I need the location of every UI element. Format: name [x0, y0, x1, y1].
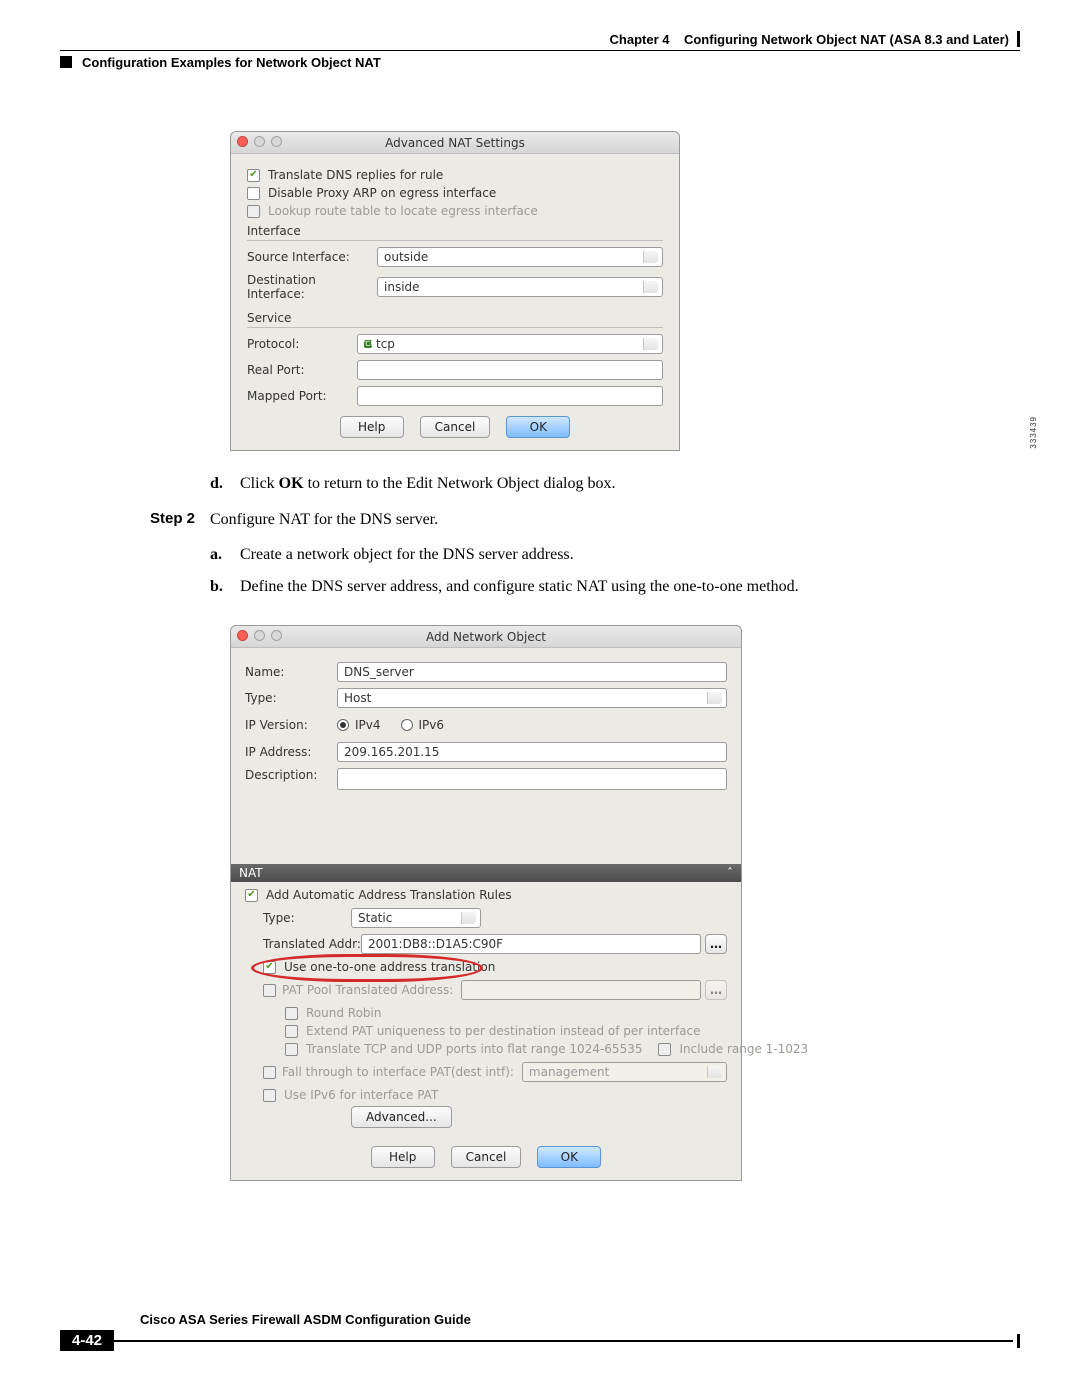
- section-title: Configuration Examples for Network Objec…: [82, 55, 381, 70]
- close-icon[interactable]: [237, 630, 248, 641]
- name-input[interactable]: DNS_server: [337, 662, 727, 682]
- zoom-icon: [271, 630, 282, 641]
- lookup-route-label: Lookup route table to locate egress inte…: [268, 204, 538, 218]
- dialog-titlebar: Add Network Object: [231, 626, 741, 648]
- section-marker-icon: [60, 56, 72, 68]
- protocol-label: Protocol:: [247, 337, 357, 351]
- chapter-title: Configuring Network Object NAT (ASA 8.3 …: [684, 32, 1009, 47]
- destination-interface-select[interactable]: inside: [377, 277, 663, 297]
- pat-pool-label: PAT Pool Translated Address:: [282, 983, 453, 997]
- ipv6-pat-label: Use IPv6 for interface PAT: [284, 1088, 438, 1102]
- list-marker-b: b.: [210, 576, 240, 598]
- include-range-checkbox: [658, 1043, 671, 1056]
- translate-dns-label: Translate DNS replies for rule: [268, 168, 443, 182]
- lookup-route-checkbox: [247, 205, 260, 218]
- type-label: Type:: [245, 691, 337, 705]
- help-button[interactable]: Help: [340, 416, 404, 438]
- nat-type-label: Type:: [263, 911, 351, 925]
- minimize-icon: [254, 136, 265, 147]
- tcp-icon: TCP: [364, 340, 372, 348]
- service-section-label: Service: [247, 311, 663, 328]
- fallthrough-select: management: [522, 1062, 727, 1082]
- disable-proxy-arp-label: Disable Proxy ARP on egress interface: [268, 186, 496, 200]
- description-input[interactable]: [337, 768, 727, 790]
- minimize-icon: [254, 630, 265, 641]
- advanced-nat-dialog: Advanced NAT Settings Translate DNS repl…: [230, 131, 680, 451]
- figure-id-tag: 333439: [1029, 416, 1038, 449]
- ip-address-input[interactable]: 209.165.201.15: [337, 742, 727, 762]
- source-interface-select[interactable]: outside: [377, 247, 663, 267]
- footer-tick-icon: [1017, 1334, 1020, 1348]
- add-network-object-dialog: Add Network Object Name: DNS_server Type…: [230, 625, 742, 1181]
- ip-address-label: IP Address:: [245, 745, 337, 759]
- protocol-select[interactable]: TCPtcp: [357, 334, 663, 354]
- cancel-button[interactable]: Cancel: [451, 1146, 522, 1168]
- pat-pool-browse-button: …: [705, 980, 727, 1000]
- translate-dns-checkbox[interactable]: [247, 169, 260, 182]
- pat-pool-input: [461, 980, 701, 1000]
- extend-pat-checkbox: [285, 1025, 298, 1038]
- step-a-text: Create a network object for the DNS serv…: [240, 544, 1020, 566]
- chapter-prefix: Chapter 4: [610, 32, 670, 47]
- ipv4-radio[interactable]: [337, 719, 349, 731]
- extend-pat-label: Extend PAT uniqueness to per destination…: [306, 1024, 701, 1038]
- translated-addr-label: Translated Addr:: [263, 937, 361, 951]
- disable-proxy-arp-checkbox[interactable]: [247, 187, 260, 200]
- auto-rules-label: Add Automatic Address Translation Rules: [266, 888, 512, 902]
- round-robin-label: Round Robin: [306, 1006, 381, 1020]
- browse-button[interactable]: …: [705, 934, 727, 954]
- ipv6-label: IPv6: [419, 718, 445, 732]
- destination-interface-label: Destination Interface:: [247, 273, 377, 301]
- close-icon[interactable]: [237, 136, 248, 147]
- interface-section-label: Interface: [247, 224, 663, 241]
- translated-addr-input[interactable]: 2001:DB8::D1A5:C90F: [361, 934, 701, 954]
- page-number: 4-42: [60, 1330, 114, 1351]
- real-port-label: Real Port:: [247, 363, 357, 377]
- help-button[interactable]: Help: [371, 1146, 435, 1168]
- fallthrough-label: Fall through to interface PAT(dest intf)…: [282, 1065, 514, 1079]
- name-label: Name:: [245, 665, 337, 679]
- header-rule: [60, 50, 1020, 51]
- mapped-port-input[interactable]: [357, 386, 663, 406]
- cancel-button[interactable]: Cancel: [420, 416, 491, 438]
- fallthrough-checkbox: [263, 1066, 276, 1079]
- ok-button[interactable]: OK: [506, 416, 570, 438]
- collapse-icon[interactable]: ˆ: [727, 866, 733, 880]
- ipv6-radio[interactable]: [401, 719, 413, 731]
- type-select[interactable]: Host: [337, 688, 727, 708]
- footer-guide-title: Cisco ASA Series Firewall ASDM Configura…: [140, 1312, 1020, 1327]
- ip-version-label: IP Version:: [245, 718, 337, 732]
- footer-rule: [114, 1340, 1013, 1342]
- description-label: Description:: [245, 768, 337, 782]
- include-range-label: Include range 1-1023: [679, 1042, 808, 1056]
- real-port-input[interactable]: [357, 360, 663, 380]
- step2-label: Step 2: [150, 509, 210, 531]
- step-b-text: Define the DNS server address, and confi…: [240, 576, 1020, 598]
- dialog-titlebar: Advanced NAT Settings: [231, 132, 679, 154]
- advanced-button[interactable]: Advanced...: [351, 1106, 452, 1128]
- ok-button[interactable]: OK: [537, 1146, 601, 1168]
- one-to-one-checkbox[interactable]: [263, 961, 276, 974]
- dialog-title: Advanced NAT Settings: [385, 136, 525, 150]
- flat-range-checkbox: [285, 1043, 298, 1056]
- nat-type-select[interactable]: Static: [351, 908, 481, 928]
- round-robin-checkbox: [285, 1007, 298, 1020]
- step2-text: Configure NAT for the DNS server.: [210, 509, 1020, 531]
- ipv6-pat-checkbox: [263, 1089, 276, 1102]
- one-to-one-label: Use one-to-one address translation: [284, 960, 495, 974]
- source-interface-label: Source Interface:: [247, 250, 377, 264]
- mapped-port-label: Mapped Port:: [247, 389, 357, 403]
- auto-rules-checkbox[interactable]: [245, 889, 258, 902]
- list-marker-a: a.: [210, 544, 240, 566]
- nat-section-header[interactable]: NAT ˆ: [231, 864, 741, 882]
- pat-pool-checkbox: [263, 984, 276, 997]
- list-marker-d: d.: [210, 473, 240, 495]
- flat-range-label: Translate TCP and UDP ports into flat ra…: [306, 1042, 642, 1056]
- zoom-icon: [271, 136, 282, 147]
- step-d-text: Click OK to return to the Edit Network O…: [240, 473, 1020, 495]
- dialog-title: Add Network Object: [426, 630, 546, 644]
- ipv4-label: IPv4: [355, 718, 381, 732]
- header-bar-icon: [1017, 31, 1020, 47]
